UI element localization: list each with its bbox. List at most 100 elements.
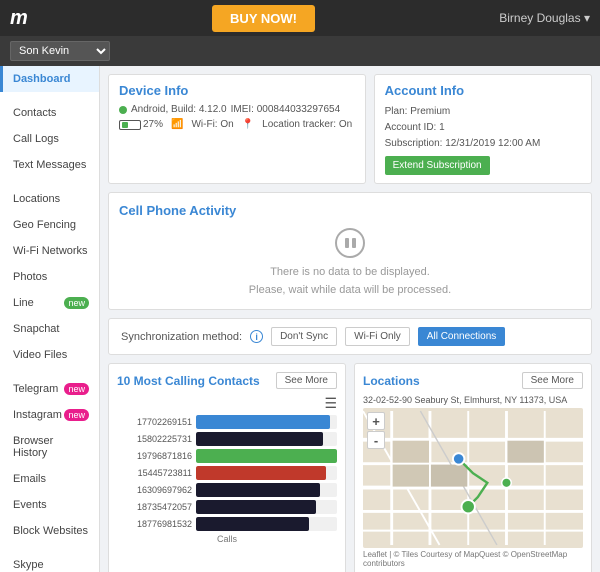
wifi-only-button[interactable]: Wi-Fi Only bbox=[345, 327, 410, 346]
sidebar-item-label: Snapchat bbox=[13, 323, 59, 335]
bar-fill bbox=[196, 466, 326, 480]
sidebar-item-block-websites[interactable]: Block Websites bbox=[0, 518, 99, 544]
locations-header: Locations See More bbox=[363, 372, 583, 389]
map-zoom-controls: + - bbox=[367, 412, 385, 449]
battery-percent: 27% bbox=[143, 119, 163, 130]
sidebar-item-label: Contacts bbox=[13, 107, 56, 119]
new-badge: new bbox=[64, 383, 89, 395]
sidebar-item-events[interactable]: Events bbox=[0, 492, 99, 518]
bar-fill bbox=[196, 415, 330, 429]
sidebar-item-skype[interactable]: Skype bbox=[0, 552, 99, 572]
wifi-status: Wi-Fi: On bbox=[191, 119, 233, 130]
device-info-card: Device Info Android, Build: 4.12.0 IMEI:… bbox=[108, 74, 366, 184]
sub-nav: Son Kevin bbox=[0, 36, 600, 66]
location-icon: 📍 bbox=[242, 119, 254, 130]
new-badge: new bbox=[64, 297, 89, 309]
extend-subscription-button[interactable]: Extend Subscription bbox=[385, 156, 490, 175]
bar-track bbox=[196, 449, 337, 463]
bar-row: 17702269151 bbox=[117, 415, 337, 429]
bar-fill bbox=[196, 449, 337, 463]
device-os-row: Android, Build: 4.12.0 IMEI: 00084403329… bbox=[119, 104, 355, 115]
bar-track bbox=[196, 415, 337, 429]
sidebar-item-label: Telegram bbox=[13, 383, 58, 395]
pause-icon bbox=[335, 228, 365, 258]
sync-method-label: Synchronization method: bbox=[121, 331, 242, 343]
chart-menu-icon[interactable]: ☰ bbox=[117, 395, 337, 412]
user-menu[interactable]: Birney Douglas ▾ bbox=[499, 11, 590, 25]
sidebar-item-label: Locations bbox=[13, 193, 60, 205]
sidebar-item-label: Skype bbox=[13, 559, 44, 571]
user-dropdown-arrow: ▾ bbox=[584, 11, 590, 25]
cell-activity-title: Cell Phone Activity bbox=[119, 203, 581, 218]
locations-see-more-button[interactable]: See More bbox=[522, 372, 583, 389]
bar-track bbox=[196, 432, 337, 446]
device-status-row: 27% 📶 Wi-Fi: On 📍 Location tracker: On bbox=[119, 119, 355, 130]
bar-label: 19796871816 bbox=[117, 451, 192, 461]
user-selector[interactable]: Son Kevin bbox=[10, 41, 110, 61]
battery-icon: 27% bbox=[119, 119, 163, 130]
sidebar-item-telegram[interactable]: Telegram new bbox=[0, 376, 99, 402]
sidebar-item-label: Events bbox=[13, 499, 47, 511]
bar-track bbox=[196, 483, 337, 497]
sidebar-item-dashboard[interactable]: Dashboard bbox=[0, 66, 99, 92]
calling-see-more-button[interactable]: See More bbox=[276, 372, 337, 389]
zoom-out-button[interactable]: - bbox=[367, 431, 385, 449]
sidebar-item-geo-fencing[interactable]: Geo Fencing bbox=[0, 212, 99, 238]
bar-row: 16309697962 bbox=[117, 483, 337, 497]
bar-fill bbox=[196, 500, 316, 514]
device-info-title: Device Info bbox=[119, 83, 355, 98]
sidebar-item-label: Geo Fencing bbox=[13, 219, 76, 231]
sidebar-item-label: Block Websites bbox=[13, 525, 88, 537]
account-plan: Plan: Premium bbox=[385, 104, 581, 120]
dont-sync-button[interactable]: Don't Sync bbox=[271, 327, 337, 346]
logo: m bbox=[10, 7, 28, 30]
all-connections-button[interactable]: All Connections bbox=[418, 327, 505, 346]
sidebar-item-call-logs[interactable]: Call Logs bbox=[0, 126, 99, 152]
sidebar-item-instagram[interactable]: Instagram new bbox=[0, 402, 99, 428]
locations-card: Locations See More 32-02-52-90 Seabury S… bbox=[354, 363, 592, 572]
buy-now-button[interactable]: BUY NOW! bbox=[212, 5, 315, 32]
sidebar-item-label: Call Logs bbox=[13, 133, 59, 145]
sidebar-item-browser-history[interactable]: Browser History bbox=[0, 428, 99, 466]
sidebar-item-emails[interactable]: Emails bbox=[0, 466, 99, 492]
sidebar-item-line[interactable]: Line new bbox=[0, 290, 99, 316]
user-name: Birney Douglas bbox=[499, 11, 580, 25]
bar-label: 15802225731 bbox=[117, 434, 192, 444]
bar-row: 15445723811 bbox=[117, 466, 337, 480]
sidebar-item-wifi-networks[interactable]: Wi-Fi Networks bbox=[0, 238, 99, 264]
calls-axis-label: Calls bbox=[117, 534, 337, 544]
content-area: Device Info Android, Build: 4.12.0 IMEI:… bbox=[100, 66, 600, 572]
bar-fill bbox=[196, 517, 309, 531]
sidebar-item-label: Video Files bbox=[13, 349, 67, 361]
device-os: Android, Build: 4.12.0 bbox=[131, 104, 227, 115]
wifi-icon: 📶 bbox=[171, 119, 183, 130]
location-status: Location tracker: On bbox=[262, 119, 352, 130]
sidebar-item-video-files[interactable]: Video Files bbox=[0, 342, 99, 368]
sidebar-item-label: Emails bbox=[13, 473, 46, 485]
sidebar-item-label: Dashboard bbox=[13, 73, 70, 85]
map-credit: Leaflet | © Tiles Courtesy of MapQuest ©… bbox=[363, 550, 583, 568]
bar-fill bbox=[196, 483, 320, 497]
bar-label: 15445723811 bbox=[117, 468, 192, 478]
main-layout: Dashboard Contacts Call Logs Text Messag… bbox=[0, 66, 600, 572]
cell-activity-card: Cell Phone Activity There is no data to … bbox=[108, 192, 592, 310]
sync-info-icon[interactable]: i bbox=[250, 330, 263, 343]
calling-contacts-header: 10 Most Calling Contacts See More bbox=[117, 372, 337, 389]
no-data-line1: There is no data to be displayed. bbox=[119, 264, 581, 282]
bar-chart: 17702269151 15802225731 19796871816 1544572… bbox=[117, 415, 337, 531]
sidebar-item-locations[interactable]: Locations bbox=[0, 186, 99, 212]
bar-row: 18735472057 bbox=[117, 500, 337, 514]
sidebar-item-photos[interactable]: Photos bbox=[0, 264, 99, 290]
account-info-title: Account Info bbox=[385, 83, 581, 98]
zoom-in-button[interactable]: + bbox=[367, 412, 385, 430]
account-id: Account ID: 1 bbox=[385, 120, 581, 136]
sidebar: Dashboard Contacts Call Logs Text Messag… bbox=[0, 66, 100, 572]
sync-method-row: Synchronization method: i Don't Sync Wi-… bbox=[108, 318, 592, 355]
bar-label: 16309697962 bbox=[117, 485, 192, 495]
sidebar-item-text-messages[interactable]: Text Messages bbox=[0, 152, 99, 178]
sidebar-item-label: Browser History bbox=[13, 435, 89, 459]
account-subscription: Subscription: 12/31/2019 12:00 AM bbox=[385, 136, 581, 152]
bar-label: 18776981532 bbox=[117, 519, 192, 529]
sidebar-item-snapchat[interactable]: Snapchat bbox=[0, 316, 99, 342]
sidebar-item-contacts[interactable]: Contacts bbox=[0, 100, 99, 126]
